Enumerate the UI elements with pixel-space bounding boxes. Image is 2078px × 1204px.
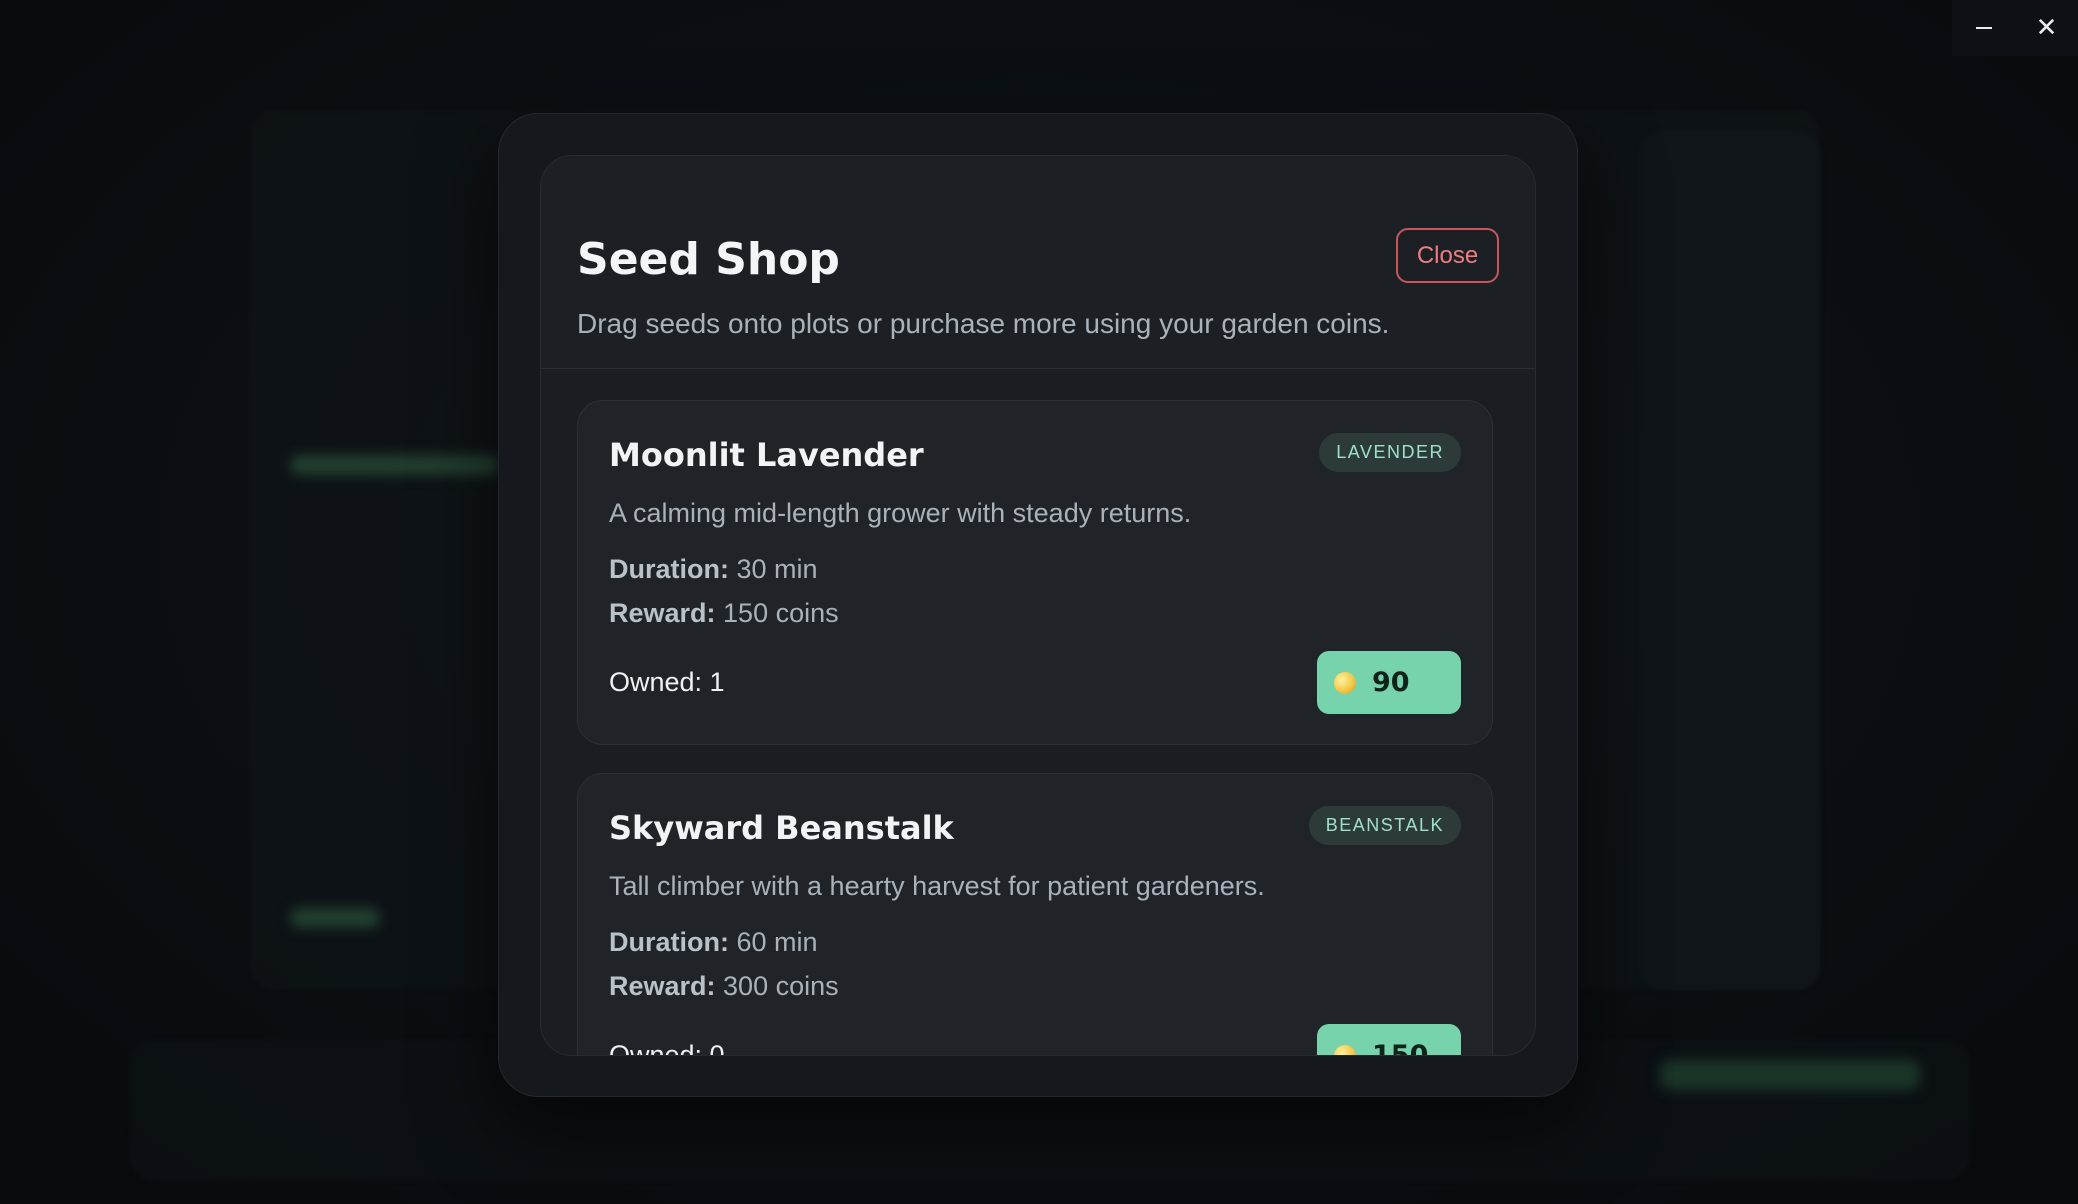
duration-label: Duration: [609,927,729,957]
minimize-icon[interactable] [1952,0,2015,56]
seed-description: Tall climber with a hearty harvest for p… [609,871,1265,901]
duration-label: Duration: [609,554,729,584]
seed-tag-badge: BEANSTALK [1308,806,1461,845]
reward-value: 150 coins [715,598,839,628]
seed-description: A calming mid-length grower with steady … [609,498,1192,528]
buy-seed-button[interactable]: 90 [1317,651,1461,714]
seed-card[interactable]: Moonlit Lavender LAVENDER A calming mid-… [577,400,1493,745]
seed-price: 150 [1372,1040,1429,1056]
seed-owned-count: Owned: 1 [609,667,725,697]
window-controls: ✕ [1952,0,2078,56]
modal-title: Seed Shop [577,234,840,285]
coin-icon [1334,671,1356,694]
close-button[interactable]: Close [1396,228,1499,283]
seed-owned-count: Owned: 0 [609,1040,725,1056]
buy-seed-button[interactable]: 150 [1317,1024,1461,1056]
close-x-icon[interactable]: ✕ [2015,0,2078,56]
duration-value: 30 min [728,554,818,584]
seed-duration: Duration: 60 min [609,927,818,958]
coin-icon [1334,1044,1356,1055]
seed-duration: Duration: 30 min [609,554,818,585]
reward-label: Reward: [609,971,716,1001]
reward-label: Reward: [609,598,716,628]
seed-shop-modal: Seed Shop Drag seeds onto plots or purch… [540,155,1536,1056]
seed-list[interactable]: Moonlit Lavender LAVENDER A calming mid-… [541,370,1535,1056]
seed-name: Moonlit Lavender [609,436,924,474]
background-bar [290,455,500,475]
seed-reward: Reward: 300 coins [609,971,839,1002]
seed-tag-badge: LAVENDER [1319,433,1461,472]
seed-price: 90 [1372,667,1410,698]
modal-subtitle: Drag seeds onto plots or purchase more u… [577,308,1390,339]
modal-header: Seed Shop Drag seeds onto plots or purch… [541,156,1535,369]
seed-shop-modal-overlay: Seed Shop Drag seeds onto plots or purch… [498,113,1578,1097]
background-bar [290,908,380,928]
seed-reward: Reward: 150 coins [609,598,839,629]
background-bar [1660,1060,1920,1090]
background-sidebar [1640,130,1820,990]
reward-value: 300 coins [715,971,839,1001]
duration-value: 60 min [728,927,818,957]
seed-card[interactable]: Skyward Beanstalk BEANSTALK Tall climber… [577,773,1493,1056]
seed-name: Skyward Beanstalk [609,809,954,847]
